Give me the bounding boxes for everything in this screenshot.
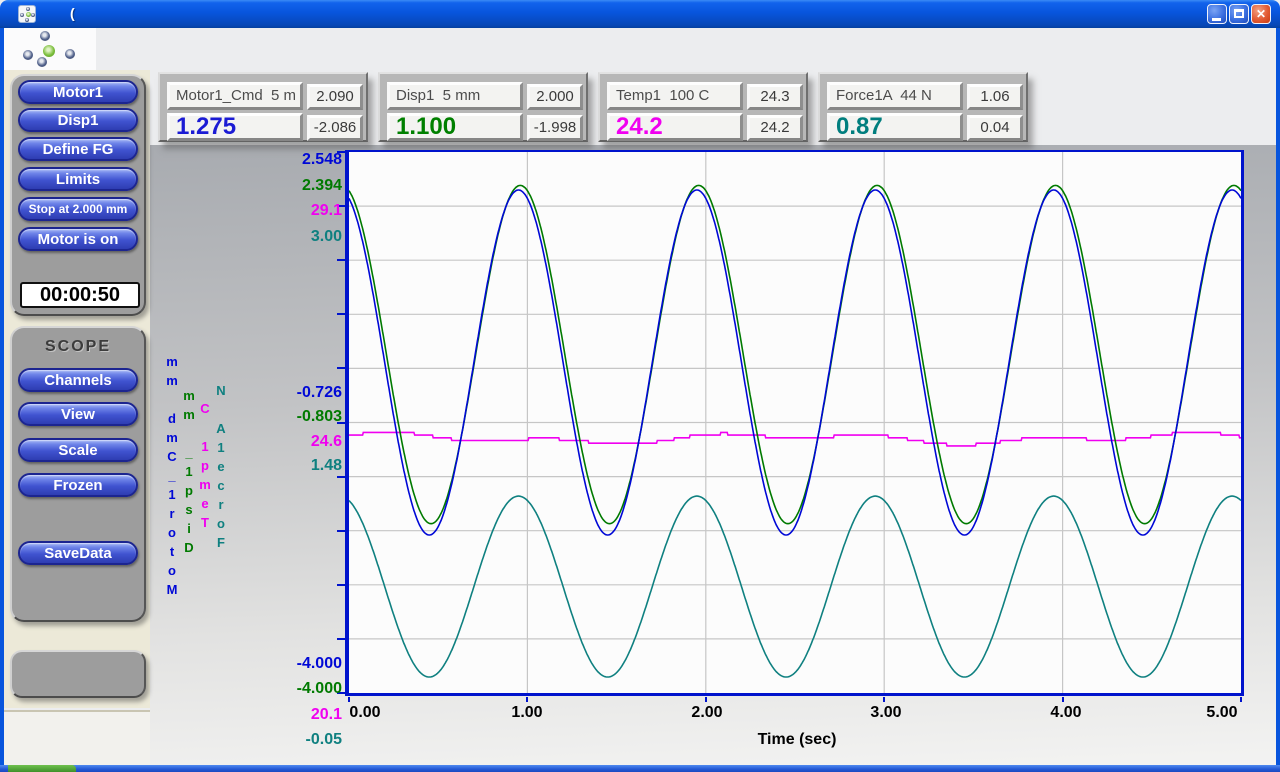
y-axis-tick xyxy=(337,638,346,640)
readout-title: Force1A 44 N xyxy=(827,82,963,110)
readout-value: 1.275 xyxy=(167,113,303,141)
readout-title: Motor1_Cmd 5 m xyxy=(167,82,303,110)
view-button[interactable]: View xyxy=(18,402,138,426)
readout-motor1-cmd: Motor1_Cmd 5 m 1.275 2.090 -2.086 xyxy=(158,72,368,142)
y-axis-tick xyxy=(337,259,346,261)
readout-value: 0.87 xyxy=(827,113,963,141)
x-axis-tick-label: 5.00 xyxy=(1187,704,1257,722)
window-title: ( xyxy=(70,5,75,21)
y-axis-tick xyxy=(337,584,346,586)
window-border-right xyxy=(1276,28,1280,772)
readout-value: 24.2 xyxy=(607,113,743,141)
readout-disp1: Disp1 5 mm 1.100 2.000 -1.998 xyxy=(378,72,588,142)
close-button[interactable]: ✕ xyxy=(1251,4,1271,24)
app-logo xyxy=(4,28,96,70)
maximize-button[interactable] xyxy=(1229,4,1249,24)
readout-temp1: Temp1 100 C 24.2 24.3 24.2 xyxy=(598,72,808,142)
scope-control-panel: SCOPE Channels View Scale Frozen SaveDat… xyxy=(10,326,146,622)
y-scale-label-bottom: -0.05 xyxy=(282,731,342,749)
elapsed-timer: 00:00:50 xyxy=(20,282,140,308)
sidebar-lower-background xyxy=(4,710,150,765)
taskbar xyxy=(0,765,1280,772)
motor-control-panel: Motor1 Disp1 Define FG Limits Stop at 2.… xyxy=(10,74,146,316)
y-scale-label-mid: -0.726 xyxy=(282,384,342,402)
logo-dot-icon xyxy=(65,49,75,59)
start-button[interactable] xyxy=(8,765,76,772)
scope-trace-disp1_ xyxy=(349,185,1241,523)
readout-max: 2.090 xyxy=(307,84,363,110)
logo-dot-icon xyxy=(23,50,33,60)
empty-panel xyxy=(10,650,146,698)
x-axis-tick xyxy=(526,697,528,702)
readout-min: -1.998 xyxy=(527,115,583,141)
readout-max: 2.000 xyxy=(527,84,583,110)
scope-trace-force1a xyxy=(349,496,1241,677)
readout-title: Disp1 5 mm xyxy=(387,82,523,110)
y-scale-label-mid: -0.803 xyxy=(282,408,342,426)
readout-min: -2.086 xyxy=(307,115,363,141)
y-scale-label-top: 29.1 xyxy=(282,202,342,220)
application-window: ( ✕ Motor1 Disp1 Define FG Limits Stop a… xyxy=(0,0,1280,772)
x-axis-tick xyxy=(348,697,350,702)
x-axis-tick xyxy=(883,697,885,702)
readout-max: 1.06 xyxy=(967,84,1023,110)
y-scale-label-top: 3.00 xyxy=(282,228,342,246)
readout-value: 1.100 xyxy=(387,113,523,141)
logo-dot-icon xyxy=(43,45,55,57)
channel-legend-motor1_cmd: mm dmC_1rotoM xyxy=(163,352,181,599)
frozen-button[interactable]: Frozen xyxy=(18,473,138,497)
y-axis-tick xyxy=(337,313,346,315)
save-data-button[interactable]: SaveData xyxy=(18,541,138,565)
scope-trace-temp1 xyxy=(349,432,1241,446)
y-scale-label-bottom: -4.000 xyxy=(282,655,342,673)
app-icon xyxy=(18,5,36,23)
x-axis-tick-label: 3.00 xyxy=(851,704,921,722)
motor1-button[interactable]: Motor1 xyxy=(18,80,138,104)
y-scale-label-top: 2.394 xyxy=(282,177,342,195)
x-axis-tick-label: 0.00 xyxy=(330,704,400,722)
logo-dot-icon xyxy=(40,31,50,41)
logo-dot-icon xyxy=(37,57,47,67)
y-scale-label-top: 2.548 xyxy=(282,151,342,169)
y-scale-label-bottom: -4.000 xyxy=(282,680,342,698)
y-axis-tick xyxy=(337,476,346,478)
stop-at-button[interactable]: Stop at 2.000 mm xyxy=(18,197,138,221)
x-axis-title: Time (sec) xyxy=(722,731,872,749)
x-axis-tick-label: 1.00 xyxy=(492,704,562,722)
x-axis-tick xyxy=(1062,697,1064,702)
scope-trace-motor1_cmd xyxy=(349,190,1241,535)
y-scale-label-mid: 24.6 xyxy=(282,433,342,451)
disp1-button[interactable]: Disp1 xyxy=(18,108,138,132)
limits-button[interactable]: Limits xyxy=(18,167,138,191)
readout-min: 0.04 xyxy=(967,115,1023,141)
x-axis-tick xyxy=(705,697,707,702)
x-axis-tick-label: 2.00 xyxy=(672,704,742,722)
channels-button[interactable]: Channels xyxy=(18,368,138,392)
scope-plot xyxy=(345,150,1244,696)
y-axis-tick xyxy=(337,530,346,532)
motor-state-button[interactable]: Motor is on xyxy=(18,227,138,251)
readout-title: Temp1 100 C xyxy=(607,82,743,110)
scale-button[interactable]: Scale xyxy=(18,438,138,462)
define-fg-button[interactable]: Define FG xyxy=(18,137,138,161)
x-axis-tick-label: 4.00 xyxy=(1031,704,1101,722)
readout-min: 24.2 xyxy=(747,115,803,141)
minimize-button[interactable] xyxy=(1207,4,1227,24)
readout-max: 24.3 xyxy=(747,84,803,110)
toolbar-background xyxy=(96,28,1276,70)
readout-force1a: Force1A 44 N 0.87 1.06 0.04 xyxy=(818,72,1028,142)
x-axis-tick xyxy=(1240,697,1242,702)
y-axis-tick xyxy=(337,367,346,369)
scope-plot-canvas xyxy=(349,152,1241,693)
title-bar: ( ✕ xyxy=(0,0,1280,28)
scope-panel-title: SCOPE xyxy=(12,338,144,356)
y-scale-label-mid: 1.48 xyxy=(282,457,342,475)
channel-legend-force1a: N A1ecroF xyxy=(212,381,230,552)
